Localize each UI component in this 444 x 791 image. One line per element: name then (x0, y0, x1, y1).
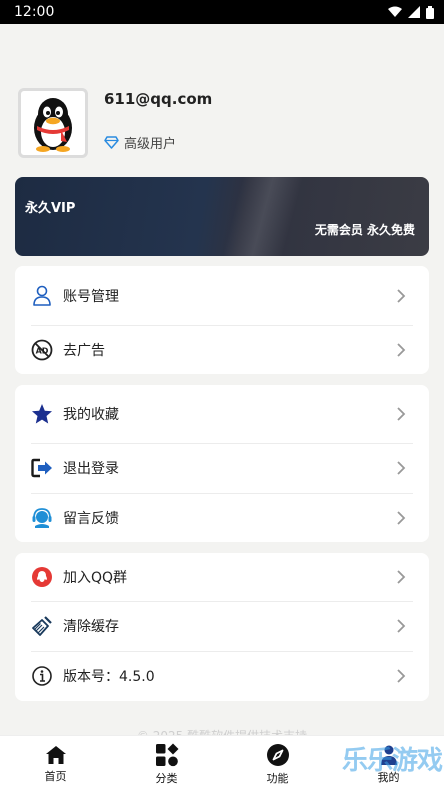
chevron-right-icon (397, 669, 406, 683)
chevron-right-icon (397, 510, 406, 525)
menu-item-label: 版本号：4.5.0 (63, 669, 155, 685)
headset-icon (31, 507, 53, 529)
menu-item-remove-ads[interactable]: AD 去广告 (15, 325, 429, 374)
chevron-right-icon (397, 288, 406, 303)
user-icon (31, 285, 53, 307)
chevron-right-icon (397, 619, 406, 633)
menu-item-clear-cache[interactable]: 清除缓存 (15, 601, 429, 651)
menu-group-account: 账号管理 AD 去广告 (15, 266, 429, 374)
no-ad-icon: AD (31, 339, 53, 361)
status-icons (388, 5, 434, 19)
menu-item-label: 清除缓存 (63, 619, 119, 635)
wifi-icon (388, 6, 402, 17)
status-bar: 12:00 (0, 0, 444, 24)
user-level-label: 高级用户 (124, 137, 177, 152)
menu-item-logout[interactable]: 退出登录 (15, 443, 429, 493)
vip-title: 永久VIP (25, 201, 76, 216)
star-icon (31, 403, 53, 425)
chevron-right-icon (397, 407, 406, 421)
avatar[interactable] (18, 88, 88, 158)
menu-item-favorites[interactable]: 我的收藏 (15, 385, 429, 443)
info-icon (31, 665, 53, 687)
menu-item-label: 去广告 (63, 342, 105, 359)
menu-item-version[interactable]: 版本号：4.5.0 (15, 651, 429, 701)
chevron-right-icon (397, 570, 406, 584)
vip-card-shine (213, 177, 307, 256)
logout-icon (31, 457, 53, 479)
menu-item-label: 我的收藏 (63, 407, 119, 423)
tab-label: 分类 (155, 771, 178, 785)
signal-icon (408, 6, 420, 18)
diamond-icon (104, 136, 119, 149)
chevron-right-icon (397, 461, 406, 475)
menu-item-join-qq-group[interactable]: 加入QQ群 (15, 553, 429, 601)
broom-icon (31, 615, 53, 637)
menu-item-label: 账号管理 (63, 288, 119, 305)
menu-group-app: 加入QQ群 清除缓存 版本号：4.5.0 (15, 553, 429, 701)
tab-home[interactable]: 首页 (0, 736, 111, 791)
watermark-logo: 乐乐游戏 (341, 746, 443, 776)
home-icon (45, 745, 66, 764)
tab-label: 首页 (44, 769, 67, 783)
menu-item-account-management[interactable]: 账号管理 (15, 266, 429, 325)
tab-features[interactable]: 功能 (222, 736, 333, 791)
penguin-avatar-icon (34, 98, 72, 152)
compass-icon (266, 743, 289, 766)
menu-item-label: 加入QQ群 (63, 570, 128, 586)
status-time: 12:00 (14, 4, 55, 20)
chevron-right-icon (397, 342, 406, 357)
user-email: 611@qq.com (104, 90, 213, 108)
menu-item-label: 退出登录 (63, 461, 119, 477)
battery-icon (426, 5, 434, 19)
tab-label: 功能 (266, 771, 289, 785)
vip-subtitle: 无需会员 永久免费 (314, 223, 415, 237)
vip-card[interactable]: 永久VIP 无需会员 永久免费 (15, 177, 429, 256)
menu-item-feedback[interactable]: 留言反馈 (15, 493, 429, 542)
qq-icon (31, 566, 53, 588)
menu-item-label: 留言反馈 (63, 510, 119, 527)
user-level: 高级用户 (104, 133, 176, 152)
menu-group-personal: 我的收藏 退出登录 留言反馈 (15, 385, 429, 542)
profile-header: 611@qq.com 高级用户 (18, 88, 428, 158)
tab-category[interactable]: 分类 (111, 736, 222, 791)
category-icon (155, 743, 178, 766)
